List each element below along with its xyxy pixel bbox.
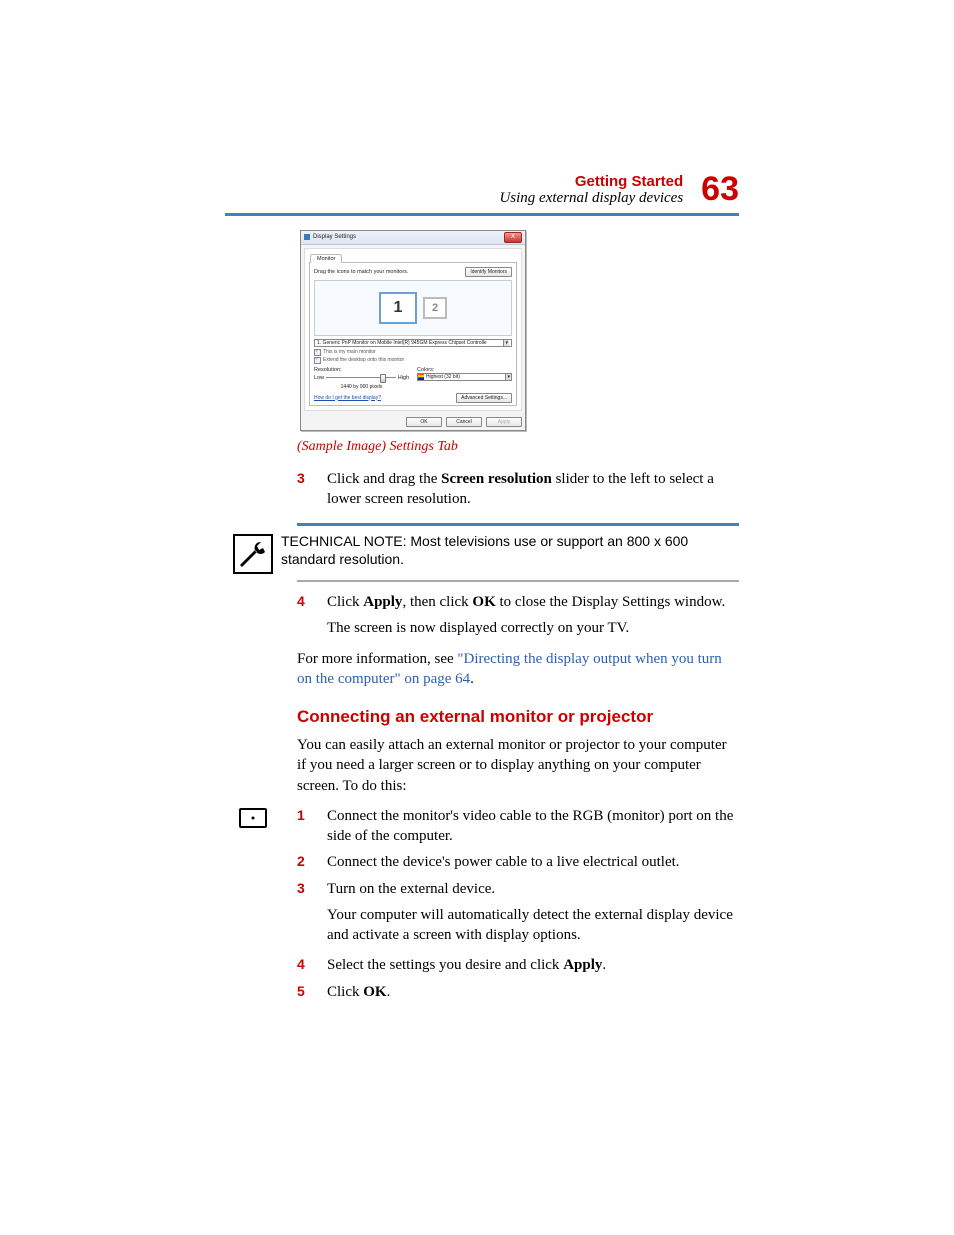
step-text: Connect the monitor's video cable to the… — [327, 806, 739, 847]
monitor-select-value: 1. Generic PnP Monitor on Mobile Intel(R… — [317, 340, 487, 346]
step-3: 3 Click and drag the Screen resolution s… — [297, 469, 739, 510]
monitor-icon — [304, 234, 310, 240]
colors-group: Colors: Highest (32 bit) ▾ — [417, 367, 512, 390]
section-heading: Connecting an external monitor or projec… — [297, 707, 739, 727]
resolution-value: 1440 by 900 pixels — [314, 384, 409, 390]
step-text: Connect the device's power cable to a li… — [327, 852, 739, 872]
colors-value: Highest (32 bit) — [424, 374, 506, 380]
slider-high-label: High — [398, 375, 409, 381]
tab-monitor[interactable]: Monitor — [310, 254, 342, 263]
note-rule-bottom — [297, 580, 739, 583]
step-text: Click OK. — [327, 982, 739, 1002]
chevron-down-icon: ▾ — [505, 374, 511, 380]
step-text: Turn on the external device. — [327, 879, 739, 899]
step-3b: 3 Turn on the external device. — [297, 879, 739, 899]
tab-pane: Drag the icons to match your monitors. I… — [309, 262, 517, 406]
step-number: 1 — [297, 806, 327, 847]
chapter-title: Getting Started — [499, 173, 683, 190]
monitor-arrangement[interactable]: 1 2 — [314, 280, 512, 336]
page-header: Getting Started Using external display d… — [225, 170, 739, 209]
step-number: 4 — [297, 955, 327, 975]
chevron-down-icon: ▾ — [503, 340, 509, 346]
step-number: 4 — [297, 592, 327, 612]
step-text: Click Apply, then click OK to close the … — [327, 592, 739, 612]
section-subtitle: Using external display devices — [499, 190, 683, 207]
page: Getting Started Using external display d… — [0, 0, 954, 1168]
step-number: 5 — [297, 982, 327, 1002]
monitor-1[interactable]: 1 — [379, 292, 417, 324]
ok-button[interactable]: OK — [406, 417, 442, 427]
monitor-2[interactable]: 2 — [423, 297, 447, 319]
identify-monitors-button[interactable]: Identify Monitors — [465, 267, 512, 277]
resolution-group: Resolution: Low High 1440 by 900 pixels — [314, 367, 409, 390]
extend-desktop-checkbox[interactable]: Extend the desktop onto this monitor — [314, 357, 512, 364]
section-intro: You can easily attach an external monito… — [297, 735, 739, 796]
display-settings-dialog: Display Settings X Monitor Drag the icon… — [300, 230, 526, 431]
note-rule-top — [297, 523, 739, 526]
for-more-info: For more information, see "Directing the… — [297, 649, 739, 690]
figure-caption: (Sample Image) Settings Tab — [297, 439, 739, 455]
monitor-port-icon — [225, 806, 281, 1008]
help-link[interactable]: How do I get the best display? — [314, 395, 381, 401]
dialog-titlebar: Display Settings X — [301, 231, 525, 245]
dialog-footer: OK Cancel Apply — [301, 414, 525, 430]
note-text: TECHNICAL NOTE: Most televisions use or … — [281, 532, 739, 574]
header-rule — [225, 213, 739, 216]
close-icon[interactable]: X — [504, 232, 522, 243]
step-number: 3 — [297, 469, 327, 510]
colors-select[interactable]: Highest (32 bit) ▾ — [417, 373, 512, 381]
advanced-settings-button[interactable]: Advanced Settings... — [456, 393, 512, 403]
slider-thumb[interactable] — [380, 374, 386, 383]
technical-note: TECHNICAL NOTE: Most televisions use or … — [225, 523, 739, 582]
main-monitor-checkbox[interactable]: This is my main monitor — [314, 349, 512, 356]
step-text: Click and drag the Screen resolution sli… — [327, 469, 739, 510]
resolution-label: Resolution: — [314, 367, 409, 373]
step-text: Select the settings you desire and click… — [327, 955, 739, 975]
dialog-body: Monitor Drag the icons to match your mon… — [304, 248, 522, 411]
resolution-slider[interactable]: Low High — [314, 375, 409, 381]
monitor-select[interactable]: 1. Generic PnP Monitor on Mobile Intel(R… — [314, 339, 512, 347]
wrench-icon — [225, 532, 281, 574]
apply-button[interactable]: Apply — [486, 417, 522, 427]
step-number: 2 — [297, 852, 327, 872]
step-4: 4 Click Apply, then click OK to close th… — [297, 592, 739, 612]
step-1: 1 Connect the monitor's video cable to t… — [297, 806, 739, 847]
dialog-title: Display Settings — [313, 234, 356, 240]
slider-low-label: Low — [314, 375, 324, 381]
step-4-result: The screen is now displayed correctly on… — [327, 618, 739, 638]
step-3b-sub: Your computer will automatically detect … — [327, 905, 739, 946]
step-5: 5 Click OK. — [297, 982, 739, 1002]
step-number: 3 — [297, 879, 327, 899]
drag-instruction: Drag the icons to match your monitors. — [314, 269, 408, 275]
page-number: 63 — [701, 170, 739, 209]
step-4b: 4 Select the settings you desire and cli… — [297, 955, 739, 975]
step-2: 2 Connect the device's power cable to a … — [297, 852, 739, 872]
cancel-button[interactable]: Cancel — [446, 417, 482, 427]
header-text: Getting Started Using external display d… — [499, 173, 683, 207]
